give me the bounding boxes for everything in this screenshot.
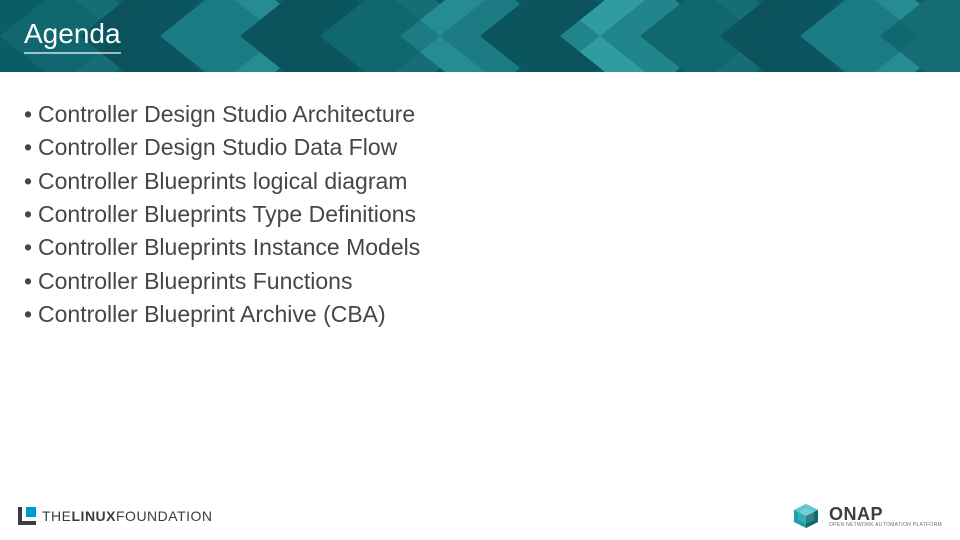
onap-text: ONAP OPEN NETWORK AUTOMATION PLATFORM (829, 505, 942, 528)
lf-suffix: FOUNDATION (116, 508, 213, 524)
lf-prefix: THE (42, 508, 72, 524)
content-area: •Controller Design Studio Architecture •… (0, 72, 960, 331)
linux-foundation-icon (18, 507, 36, 525)
bullet-text: Controller Blueprints Type Definitions (38, 201, 416, 227)
bullet-text: Controller Blueprints Instance Models (38, 234, 420, 260)
bullet-item: •Controller Blueprints Functions (24, 265, 936, 298)
bullet-text: Controller Blueprint Archive (CBA) (38, 301, 386, 327)
bullet-text: Controller Blueprints Functions (38, 268, 352, 294)
linux-foundation-text: THELINUXFOUNDATION (42, 508, 213, 524)
bullet-item: •Controller Design Studio Architecture (24, 98, 936, 131)
title-wrap: Agenda (0, 0, 960, 72)
bullet-item: •Controller Blueprint Archive (CBA) (24, 298, 936, 331)
onap-main: ONAP (829, 505, 942, 523)
bullet-item: •Controller Design Studio Data Flow (24, 131, 936, 164)
bullet-text: Controller Design Studio Data Flow (38, 134, 397, 160)
onap-icon (791, 501, 821, 531)
footer: THELINUXFOUNDATION ONAP OPEN NETWORK AUT… (0, 492, 960, 540)
bullet-item: •Controller Blueprints Instance Models (24, 231, 936, 264)
header-band: Agenda (0, 0, 960, 72)
onap-logo: ONAP OPEN NETWORK AUTOMATION PLATFORM (791, 501, 942, 531)
slide-title: Agenda (24, 18, 121, 54)
bullet-text: Controller Blueprints logical diagram (38, 168, 407, 194)
linux-foundation-logo: THELINUXFOUNDATION (18, 507, 213, 525)
bullet-item: •Controller Blueprints logical diagram (24, 165, 936, 198)
bullet-text: Controller Design Studio Architecture (38, 101, 415, 127)
lf-main: LINUX (72, 508, 117, 524)
bullet-item: •Controller Blueprints Type Definitions (24, 198, 936, 231)
onap-sub: OPEN NETWORK AUTOMATION PLATFORM (829, 523, 942, 528)
slide: Agenda •Controller Design Studio Archite… (0, 0, 960, 540)
